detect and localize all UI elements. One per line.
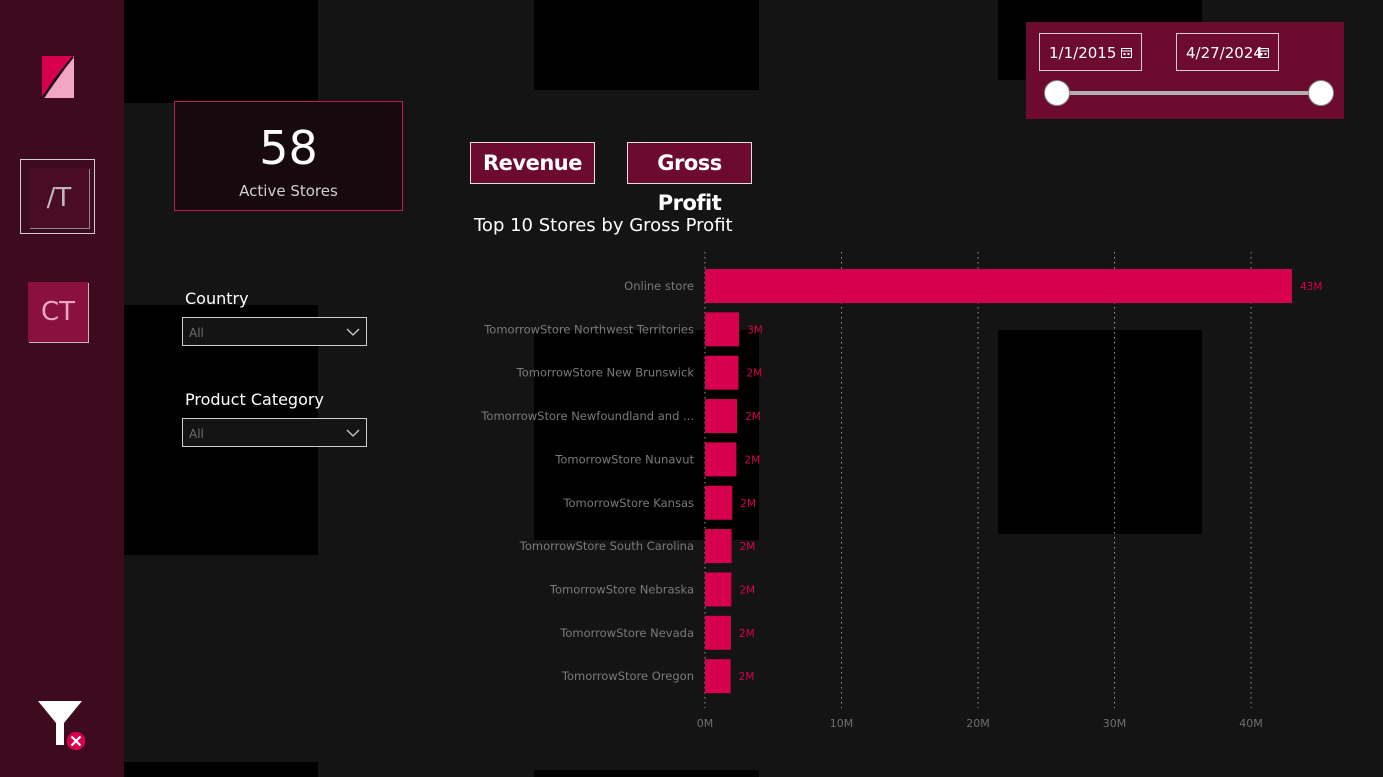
x-tick-label: 20M [966, 717, 990, 730]
bar [705, 659, 731, 694]
revenue-button[interactable]: Revenue [470, 142, 595, 184]
calendar-icon [1121, 48, 1132, 58]
background-block [124, 0, 318, 103]
sidebar: /T CT [0, 0, 124, 777]
end-date-input[interactable]: 4/27/2024 [1176, 33, 1279, 71]
category-label: TomorrowStore South Carolina [519, 539, 694, 553]
category-label: TomorrowStore Oregon [561, 669, 694, 683]
data-label: 2M [739, 628, 755, 640]
clear-filter-icon[interactable] [36, 697, 88, 753]
background-block [534, 0, 759, 90]
active-stores-card: 58 Active Stores [174, 101, 403, 211]
end-date-value: 4/27/2024 [1186, 44, 1263, 62]
nav-store-label: /T [46, 183, 72, 213]
nav-customer-tile: CT [28, 282, 88, 342]
data-label: 2M [739, 671, 755, 683]
calendar-icon [1258, 48, 1269, 58]
background-block [998, 330, 1202, 534]
country-slicer-title: Country [185, 289, 249, 308]
date-range-panel: 1/1/2015 4/27/2024 [1026, 22, 1344, 119]
data-label: 2M [740, 541, 756, 553]
bar [705, 572, 732, 607]
nav-store-tile: /T [29, 168, 89, 228]
nav-customer-label: CT [40, 297, 76, 327]
kpi-value: 58 [259, 121, 318, 175]
background-block [534, 770, 759, 777]
country-dropdown-value: All [189, 326, 204, 340]
bar [705, 615, 731, 650]
x-tick-label: 0M [697, 717, 714, 730]
category-dropdown-value: All [189, 427, 204, 441]
date-slider-end-handle[interactable] [1308, 80, 1334, 106]
x-tick-label: 40M [1239, 717, 1263, 730]
nav-store-button[interactable]: /T [20, 159, 95, 234]
x-tick-label: 10M [830, 717, 854, 730]
category-label: TomorrowStore Nebraska [549, 582, 694, 596]
country-dropdown[interactable]: All [182, 317, 367, 346]
kpi-label: Active Stores [239, 182, 338, 200]
gross-profit-button[interactable]: Gross Profit [627, 142, 752, 215]
category-dropdown[interactable]: All [182, 418, 367, 447]
date-slider-start-handle[interactable] [1044, 80, 1070, 106]
data-label: 43M [1300, 281, 1322, 293]
category-slicer-title: Product Category [185, 390, 324, 409]
nav-customer-button[interactable]: CT [28, 282, 89, 343]
bar [705, 269, 1292, 303]
background-block [534, 330, 759, 540]
category-label: Online store [624, 279, 694, 293]
date-slider-track[interactable] [1057, 91, 1321, 95]
start-date-input[interactable]: 1/1/2015 [1039, 33, 1142, 71]
chevron-down-icon [346, 328, 360, 336]
logo-icon [42, 56, 74, 98]
x-tick-label: 30M [1103, 717, 1127, 730]
category-label: TomorrowStore Nevada [559, 626, 694, 640]
data-label: 2M [739, 584, 755, 596]
background-block [124, 762, 318, 777]
start-date-value: 1/1/2015 [1049, 44, 1117, 62]
chart-title: Top 10 Stores by Gross Profit [474, 215, 733, 236]
chevron-down-icon [346, 429, 360, 437]
